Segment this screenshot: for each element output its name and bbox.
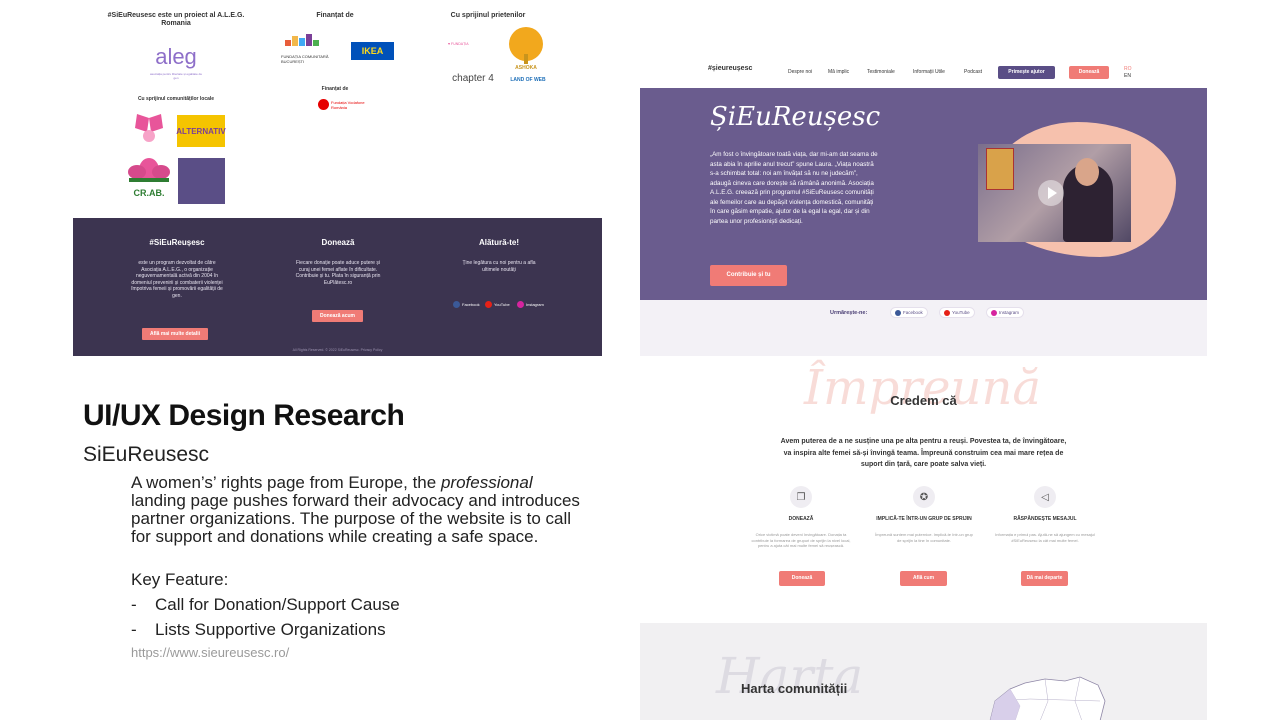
ashoka-logo[interactable]: ASHOKA [501,64,551,72]
footer-col1-title: #SiEuReușesc [149,238,205,247]
spread-message-card-button[interactable]: Dă mai departe [1021,571,1068,586]
top-nav: #șieureușesc Despre noi Mă implic Testim… [640,58,1207,88]
donate-card-icon: ❐ [790,486,812,508]
support-group-card-icon: ✪ [913,486,935,508]
spread-message-card-text: Informația e primul pas. Ajută-ne să aju… [995,532,1095,543]
follow-bar: Urmărește-ne: Facebook YouTube Instagram [640,300,1207,356]
donate-card-text: Orice victimă poate deveni învingătoare.… [751,532,851,548]
spread-message-card-title: RĂSPÂNDEȘTE MESAJUL [1013,516,1077,522]
support-group-card-button[interactable]: Află cum [900,571,947,586]
nav-item-podcast[interactable]: Podcast [964,69,982,75]
map-title: Harta comunității [741,681,848,696]
footer-instagram-link[interactable]: Instagram [517,301,544,308]
slide-title: UI/UX Design Research [83,399,405,432]
footer-col2-title: Donează [321,238,355,247]
painting-image [986,148,1014,190]
hero-section: ȘiEuReușesc „Am fost o învingătoare toat… [640,88,1207,300]
donate-card-title: DONEAZĂ [788,516,814,522]
nav-item-informatii-utile[interactable]: Informații Utile [913,69,945,75]
crab-logo[interactable]: CR.AB. [123,186,175,200]
nav-item-despre-noi[interactable]: Despre noi [788,69,812,75]
site-logo[interactable]: #șieureușesc [708,65,752,72]
nav-item-testimoniale[interactable]: Testimoniale [867,69,895,75]
partner-small-logo[interactable]: ♥ FUNDAȚIA [448,42,496,54]
ikea-logo[interactable]: IKEA [351,42,394,60]
partner-col1-title: #SiEuReusesc este un proiect al A.L.E.G.… [107,12,245,27]
partner-col3-title: Cu sprijinul prietenilor [450,12,526,19]
youtube-icon [944,309,950,316]
slide: #SiEuReusesc este un proiect al A.L.E.G.… [0,0,1280,720]
facebook-icon [453,301,460,308]
hero-text: „Am fost o învingătoare toată viața, dar… [710,151,878,225]
key-feature-label: Key Feature: [131,570,229,589]
support-group-card-text: Împreună suntem mai puternice. Implică-t… [875,532,973,543]
partner-col2-subtitle: Finanțat de [321,86,349,92]
alternativ-logo[interactable]: ALTERNATIV [176,115,226,147]
instagram-icon [517,301,524,308]
landofweb-logo[interactable]: LAND OF WEB [505,74,551,86]
sieureusesc-square-logo[interactable] [178,158,225,204]
romania-map-icon[interactable] [970,671,1110,720]
youtube-link[interactable]: YouTube [939,307,975,318]
site-url[interactable]: https://www.sieureusesc.ro/ [131,645,289,660]
footer-facebook-link[interactable]: Facebook [453,301,480,308]
footer-screenshot: #SiEuReusesc este un proiect al A.L.E.G.… [73,0,602,356]
footer-copyright: All Rights Reserved. © 2022 SiEuReusesc.… [292,348,383,352]
donate-card-button[interactable]: Donează [779,571,825,586]
partner-col1-subtitle: Cu sprijinul comunităților locale [137,96,215,102]
contribute-button[interactable]: Contribuie și tu [710,265,787,286]
aleg-logo[interactable]: aleg [148,40,204,74]
spread-message-card-icon: ◁ [1034,486,1056,508]
footer-youtube-link[interactable]: YouTube [485,301,510,308]
footer-col2-text: Fiecare donație poate aduce putere și cu… [295,260,381,286]
section-lead: Avem puterea de a ne susține una pe alta… [780,438,1067,468]
donate-now-button[interactable]: Donează acum [312,310,363,322]
butterfly-logo-icon[interactable] [131,112,167,146]
map-script-heading: Harta [716,647,864,705]
vodafone-logo[interactable]: Fundația Vodafone România [331,96,365,114]
slide-subtitle: SiEuReusesc [83,443,210,466]
section-title: Credem că [890,393,957,408]
footer-col3-title: Alătură-te! [478,238,519,247]
fcb-logo[interactable]: FUNDAȚIA COMUNITARĂ BUCUREȘTI [281,50,329,68]
lotus-logo-icon[interactable] [123,150,175,184]
community-map-section: Harta Harta comunității [640,623,1207,720]
language-switch[interactable]: RO EN [1124,66,1132,80]
partners-section: #SiEuReusesc este un proiect al A.L.E.G.… [73,0,602,218]
chapter4-logo[interactable]: chapter 4 [445,70,501,86]
facebook-icon [895,309,901,316]
hero-video[interactable] [978,144,1131,242]
footer-col1-text: este un program dezvoltat de către Asoci… [131,260,223,299]
instagram-icon [991,309,997,316]
ashoka-tree-icon [509,27,543,64]
site-footer: #SiEuReușesc este un program dezvoltat d… [73,218,602,356]
follow-label: Urmărește-ne: [830,310,868,316]
fcb-mosaic-icon [285,34,319,46]
footer-col3-text: Ține legătura cu noi pentru a afla ultim… [462,260,536,273]
nav-donate-button[interactable]: Donează [1069,66,1109,79]
support-group-card-title: IMPLICĂ-TE ÎNTR-UN GRUP DE SPRIJIN [876,516,972,522]
bullet-item: - Lists Supportive Organizations [131,620,386,639]
facebook-link[interactable]: Facebook [890,307,928,318]
get-help-button[interactable]: Primește ajutor [998,66,1055,79]
play-icon[interactable] [1038,180,1064,206]
bullet-item: - Call for Donation/Support Cause [131,595,400,614]
vodafone-icon [318,99,329,110]
lang-ro[interactable]: RO [1124,66,1132,73]
aleg-logo-caption: asociația pentru libertate și egalitate … [149,72,203,80]
youtube-icon [485,301,492,308]
lang-en[interactable]: EN [1124,73,1132,80]
slide-description: A women’s’ rights page from Europe, the … [131,473,580,546]
hero-title: ȘiEuReușesc [710,102,881,132]
instagram-link[interactable]: Instagram [986,307,1025,318]
homepage-screenshot: #șieureușesc Despre noi Mă implic Testim… [640,58,1207,356]
mission-screenshot: Împreună Credem că Avem puterea de a ne … [640,356,1207,720]
nav-item-ma-implic[interactable]: Mă implic [828,69,849,75]
partner-col2-title: Finanțat de [316,12,354,19]
learn-more-button[interactable]: Află mai multe detalii [142,328,208,340]
